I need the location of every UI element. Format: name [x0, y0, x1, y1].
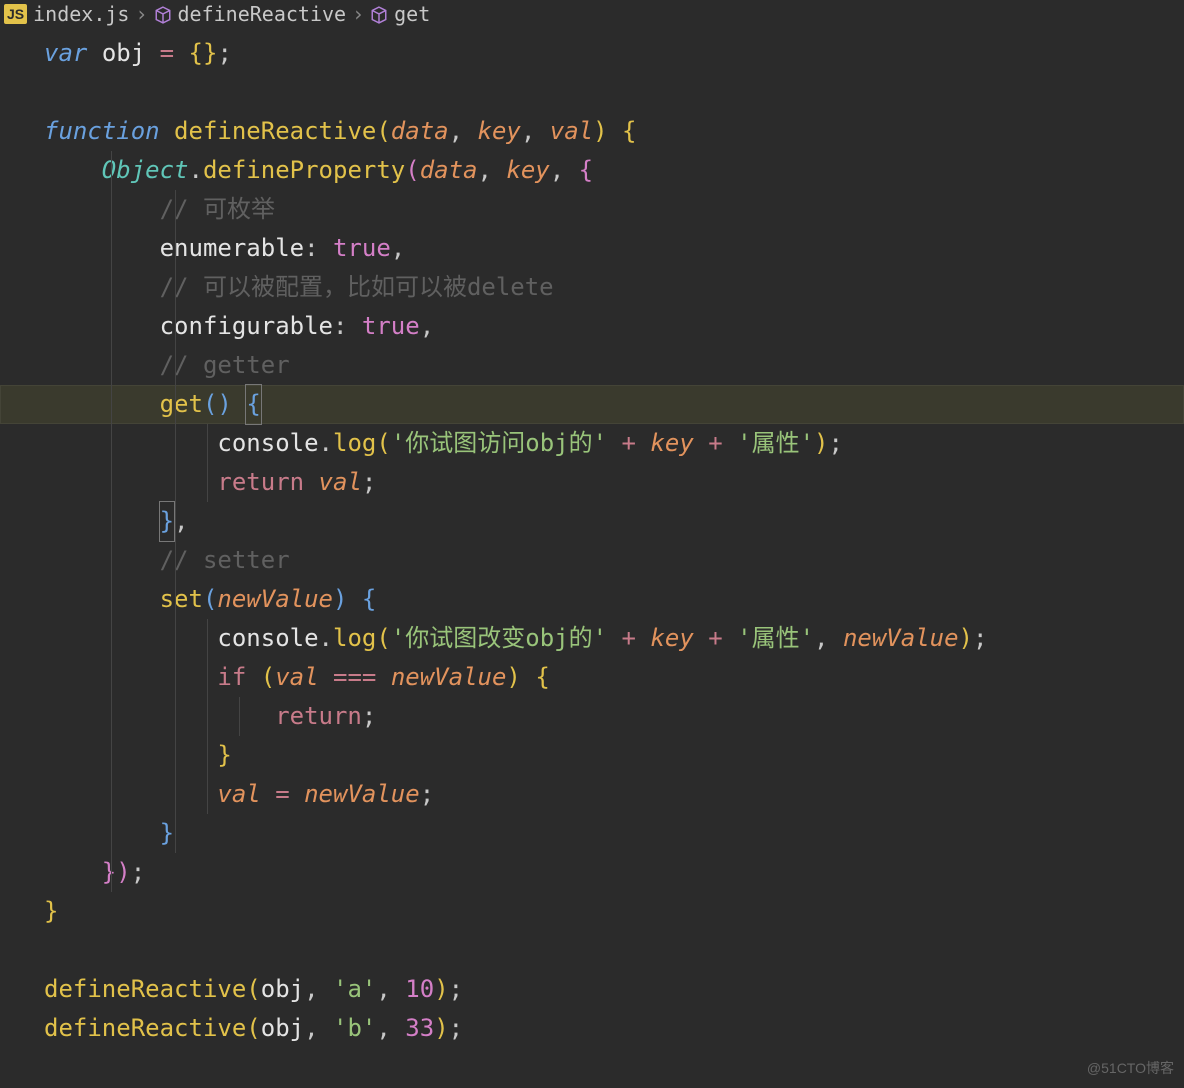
js-file-icon: JS	[4, 4, 27, 24]
code-line[interactable]: defineReactive(obj, 'a', 10);	[0, 970, 1184, 1009]
breadcrumb-file[interactable]: index.js	[33, 2, 129, 26]
code-line[interactable]: }	[0, 736, 1184, 775]
breadcrumb-symbol-1[interactable]: defineReactive	[178, 2, 347, 26]
code-line[interactable]: });	[0, 853, 1184, 892]
code-line[interactable]: // 可以被配置，比如可以被delete	[0, 268, 1184, 307]
watermark: @51CTO博客	[1087, 1058, 1174, 1078]
code-line[interactable]: configurable: true,	[0, 307, 1184, 346]
code-line[interactable]: // 可枚举	[0, 190, 1184, 229]
code-line[interactable]: return;	[0, 697, 1184, 736]
code-line[interactable]	[0, 73, 1184, 112]
code-line[interactable]: },	[0, 502, 1184, 541]
code-editor[interactable]: var obj = {}; function defineReactive(da…	[0, 28, 1184, 1048]
code-line[interactable]: defineReactive(obj, 'b', 33);	[0, 1009, 1184, 1048]
code-line[interactable]: Object.defineProperty(data, key, {	[0, 151, 1184, 190]
code-line[interactable]: var obj = {};	[0, 34, 1184, 73]
code-line[interactable]: // setter	[0, 541, 1184, 580]
symbol-icon	[370, 5, 388, 23]
code-line[interactable]: function defineReactive(data, key, val) …	[0, 112, 1184, 151]
code-line[interactable]: enumerable: true,	[0, 229, 1184, 268]
code-line[interactable]: val = newValue;	[0, 775, 1184, 814]
code-line-active[interactable]: get() {	[0, 385, 1184, 424]
code-line[interactable]: }	[0, 814, 1184, 853]
breadcrumb-symbol-2[interactable]: get	[394, 2, 430, 26]
symbol-icon	[154, 5, 172, 23]
chevron-right-icon: ›	[352, 2, 364, 26]
code-line[interactable]	[0, 931, 1184, 970]
code-line[interactable]: return val;	[0, 463, 1184, 502]
chevron-right-icon: ›	[135, 2, 147, 26]
breadcrumb[interactable]: JS index.js › defineReactive › get	[0, 0, 1184, 28]
code-line[interactable]: console.log('你试图访问obj的' + key + '属性');	[0, 424, 1184, 463]
code-line[interactable]: }	[0, 892, 1184, 931]
code-line[interactable]: // getter	[0, 346, 1184, 385]
code-line[interactable]: set(newValue) {	[0, 580, 1184, 619]
code-line[interactable]: if (val === newValue) {	[0, 658, 1184, 697]
code-line[interactable]: console.log('你试图改变obj的' + key + '属性', ne…	[0, 619, 1184, 658]
